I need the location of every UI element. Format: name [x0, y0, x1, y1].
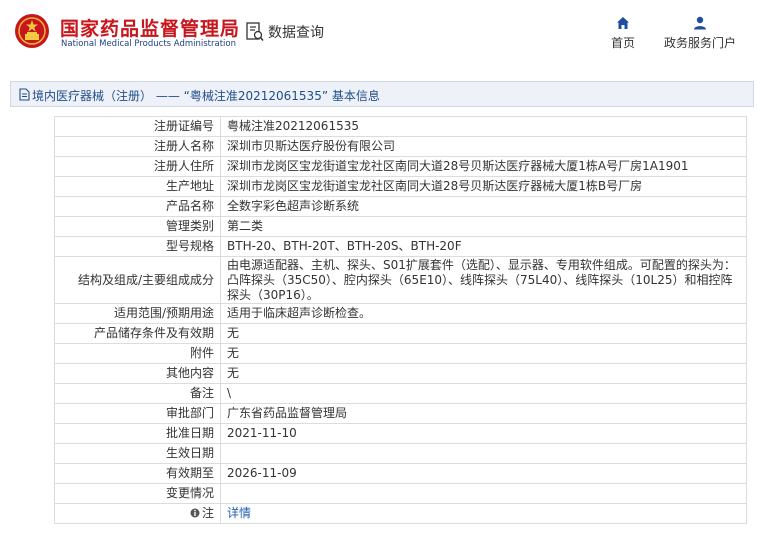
field-label: 生效日期 — [54, 443, 221, 464]
table-row: 其他内容无 — [54, 363, 747, 384]
table-row: 备注 \ — [54, 383, 747, 404]
field-value: 2021-11-10 — [220, 423, 747, 444]
field-value: 2026-11-09 — [220, 463, 747, 484]
field-label: 结构及组成/主要组成成分 — [54, 256, 221, 304]
table-row: 结构及组成/主要组成成分 由电源适配器、主机、探头、S01扩展套件（选配）、显示器… — [54, 256, 747, 304]
national-emblem-icon — [15, 14, 49, 48]
table-row: 产品储存条件及有效期无 — [54, 323, 747, 344]
field-value: 深圳市龙岗区宝龙街道宝龙社区南同大道28号贝斯达医疗器械大厦1栋B号厂房 — [220, 176, 747, 197]
field-value: 广东省药品监督管理局 — [220, 403, 747, 424]
field-label: 适用范围/预期用途 — [54, 303, 221, 324]
field-label: 管理类别 — [54, 216, 221, 237]
home-icon — [617, 17, 629, 29]
field-label: 型号规格 — [54, 236, 221, 257]
breadcrumb-title: 境内医疗器械（注册） —— “粤械注准20212061535” 基本信息 — [32, 89, 380, 103]
field-label: 其他内容 — [54, 363, 221, 384]
field-label: 变更情况 — [54, 483, 221, 504]
field-label: 审批部门 — [54, 403, 221, 424]
brand-title-cn[interactable]: 国家药品监督管理局 — [60, 14, 240, 41]
table-row: 型号规格 BTH-20、BTH-20T、BTH-20S、BTH-20F — [54, 236, 747, 257]
data-query-link[interactable]: 数据查询 — [246, 22, 324, 42]
field-value: 无 — [220, 343, 747, 364]
details-link[interactable]: 详情 — [227, 506, 251, 520]
field-label: 附件 — [54, 343, 221, 364]
registration-info-table: 注册证编号 粤械注准20212061535 注册人名称 深圳市贝斯达医疗股份有限公司注… — [54, 116, 747, 524]
field-label: 生产地址 — [54, 176, 221, 197]
breadcrumb: 境内医疗器械（注册） —— “粤械注准20212061535” 基本信息 — [10, 81, 754, 107]
field-value: 深圳市龙岗区宝龙街道宝龙社区南同大道28号贝斯达医疗器械大厦1栋A号厂房1A19… — [220, 156, 747, 177]
field-label: 注 — [54, 503, 221, 524]
field-value — [220, 483, 747, 504]
field-label-text: 注 — [201, 506, 214, 520]
field-label: 产品名称 — [54, 196, 221, 217]
nav-portal-label: 政务服务门户 — [663, 36, 736, 50]
table-row: 注册人住所 深圳市龙岗区宝龙街道宝龙社区南同大道28号贝斯达医疗器械大厦1栋A号厂… — [54, 156, 747, 177]
table-row: 生产地址 深圳市龙岗区宝龙街道宝龙社区南同大道28号贝斯达医疗器械大厦1栋B号厂房 — [54, 176, 747, 197]
nav-home-label: 首页 — [610, 36, 635, 50]
nav-home[interactable]: 首页 — [606, 16, 640, 51]
table-row: 管理类别 第二类 — [54, 216, 747, 237]
field-value: 第二类 — [220, 216, 747, 237]
field-label: 批准日期 — [54, 423, 221, 444]
field-value: 全数字彩色超声诊断系统 — [220, 196, 747, 217]
field-value: 粤械注准20212061535 — [220, 116, 747, 137]
document-search-icon — [246, 22, 264, 41]
table-row: 批准日期 2021-11-10 — [54, 423, 747, 444]
table-row: 产品名称 全数字彩色超声诊断系统 — [54, 196, 747, 217]
field-value: BTH-20、BTH-20T、BTH-20S、BTH-20F — [220, 236, 747, 257]
table-row: 变更情况 — [54, 483, 747, 504]
nav-service-portal[interactable]: 政务服务门户 — [658, 16, 742, 51]
field-value: 无 — [220, 323, 747, 344]
note-icon — [190, 508, 200, 518]
field-label: 有效期至 — [54, 463, 221, 484]
table-row: 附件无 — [54, 343, 747, 364]
field-label: 注册人住所 — [54, 156, 221, 177]
table-row: 生效日期 — [54, 443, 747, 464]
document-icon — [19, 88, 30, 101]
field-value: \ — [220, 383, 747, 404]
field-value: 由电源适配器、主机、探头、S01扩展套件（选配）、显示器、专用软件组成。可配置的… — [220, 256, 747, 304]
data-query-label: 数据查询 — [268, 25, 324, 41]
table-row: 适用范围/预期用途 适用于临床超声诊断检查。 — [54, 303, 747, 324]
table-row: 有效期至 2026-11-09 — [54, 463, 747, 484]
field-value: 详情 — [220, 503, 747, 524]
field-label: 注册证编号 — [54, 116, 221, 137]
table-row: 注册证编号 粤械注准20212061535 — [54, 116, 747, 137]
field-value: 深圳市贝斯达医疗股份有限公司 — [220, 136, 747, 157]
field-label: 注册人名称 — [54, 136, 221, 157]
field-label: 备注 — [54, 383, 221, 404]
table-row: 审批部门 广东省药品监督管理局 — [54, 403, 747, 424]
field-value: 适用于临床超声诊断检查。 — [220, 303, 747, 324]
user-icon — [694, 16, 706, 30]
field-value: 无 — [220, 363, 747, 384]
field-value — [220, 443, 747, 464]
table-row: 注详情 — [54, 503, 747, 524]
brand-title-en[interactable]: National Medical Products Administration — [61, 39, 236, 49]
table-row: 注册人名称 深圳市贝斯达医疗股份有限公司 — [54, 136, 747, 157]
site-header: 国家药品监督管理局 National Medical Products Admi… — [0, 0, 757, 72]
field-label: 产品储存条件及有效期 — [54, 323, 221, 344]
